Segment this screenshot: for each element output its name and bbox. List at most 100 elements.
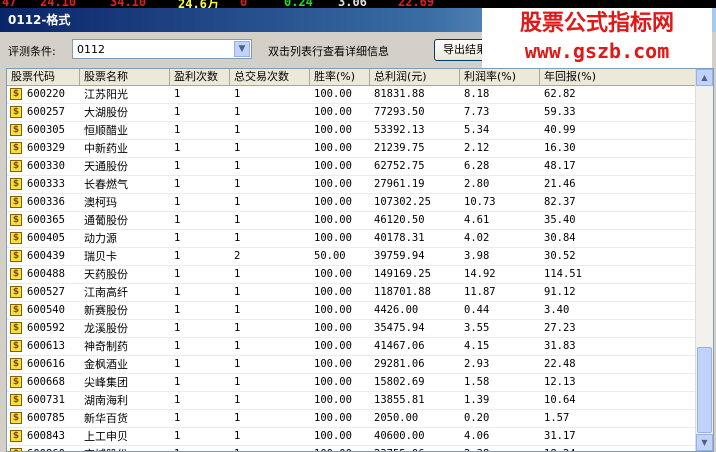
cell-total-profit: 4426.00 — [374, 304, 419, 316]
cell-win-rate: 100.00 — [314, 88, 352, 100]
cell-win-count: 1 — [174, 250, 181, 262]
table-row[interactable]: $600592 龙溪股份 1 1 100.00 35475.94 3.55 27.23 — [7, 320, 697, 338]
cell-total-profit: 62752.75 — [374, 160, 425, 172]
cell-win-count: 1 — [174, 160, 181, 172]
table-row[interactable]: $600220 江苏阳光 1 1 100.00 81831.88 8.18 62.82 — [7, 86, 697, 104]
cell-annual-return: 10.64 — [544, 394, 576, 406]
cell-win-rate: 100.00 — [314, 304, 352, 316]
col-header-profit-rate[interactable]: 利润率(%) — [460, 69, 540, 85]
cell-stock-name: 湖南海利 — [84, 394, 128, 407]
table-row[interactable]: $600333 长春燃气 1 1 100.00 27961.19 2.80 21.46 — [7, 176, 697, 194]
cell-annual-return: 27.23 — [544, 322, 576, 334]
ticker-value: 0 — [240, 0, 248, 8]
cell-stock-code: 600405 — [27, 232, 65, 244]
cell-trade-count: 1 — [234, 196, 241, 208]
cell-stock-name: 江南高纤 — [84, 286, 128, 299]
cell-profit-rate: 14.92 — [464, 268, 496, 280]
col-header-wins[interactable]: 盈利次数 — [170, 69, 230, 85]
cell-win-count: 1 — [174, 340, 181, 352]
table-row[interactable]: $600540 新赛股份 1 1 100.00 4426.00 0.44 3.40 — [7, 302, 697, 320]
cell-trade-count: 1 — [234, 160, 241, 172]
vertical-scrollbar[interactable]: ▲ ▼ — [695, 69, 713, 451]
cell-profit-rate: 7.73 — [464, 106, 490, 118]
cell-win-count: 1 — [174, 124, 181, 136]
cell-win-count: 1 — [170, 446, 230, 451]
cell-annual-return: 3.40 — [544, 304, 570, 316]
cell-profit-rate: 1.58 — [464, 376, 490, 388]
cell-profit-rate: 10.73 — [464, 196, 496, 208]
cell-win-count: 1 — [174, 322, 181, 334]
col-header-annual[interactable]: 年回报(%) — [540, 69, 697, 85]
cell-annual-return: 16.30 — [544, 142, 576, 154]
cell-trade-count: 1 — [234, 232, 241, 244]
cell-annual-return: 21.46 — [544, 178, 576, 190]
cell-stock-code: 600843 — [27, 430, 65, 442]
cell-stock-name: 大湖股份 — [84, 106, 128, 119]
cell-stock-code: 600439 — [27, 250, 65, 262]
cell-win-count: 1 — [174, 88, 181, 100]
results-window: 0112-格式 评测条件: 0112 ▼ 双击列表行查看详细信息 导出结果 股票… — [0, 8, 716, 452]
cell-total-profit: 77293.50 — [374, 106, 425, 118]
cell-annual-return: 91.12 — [544, 286, 576, 298]
table-row[interactable]: $600843 上工申贝 1 1 100.00 40600.00 4.06 31.17 — [7, 428, 697, 446]
cell-profit-rate: 4.02 — [464, 232, 490, 244]
table-row[interactable]: $600488 天药股份 1 1 100.00 149169.25 14.92 114.51 — [7, 266, 697, 284]
cell-win-rate: 100.00 — [314, 142, 352, 154]
col-header-profit[interactable]: 总利润(元) — [370, 69, 460, 85]
table-row[interactable]: $600257 大湖股份 1 1 100.00 77293.50 7.73 59.33 — [7, 104, 697, 122]
cell-profit-rate: 3.98 — [464, 250, 490, 262]
cell-win-rate: 100.00 — [314, 160, 352, 172]
cell-trade-count: 1 — [234, 178, 241, 190]
arrow-up-icon[interactable]: ▲ — [696, 69, 713, 86]
chevron-down-icon[interactable]: ▼ — [234, 41, 250, 57]
col-header-winrate[interactable]: 胜率(%) — [310, 69, 370, 85]
cell-annual-return: 35.40 — [544, 214, 576, 226]
cell-win-count: 1 — [174, 286, 181, 298]
cell-trade-count: 1 — [234, 376, 241, 388]
cell-win-rate: 100.00 — [314, 430, 352, 442]
cell-stock-code: 600333 — [27, 178, 65, 190]
col-header-code[interactable]: 股票代码 — [7, 69, 80, 85]
cell-win-count: 1 — [174, 106, 181, 118]
cell-stock-name: 金枫酒业 — [84, 358, 128, 371]
cell-trade-count: 1 — [234, 394, 241, 406]
cell-win-rate: 100.00 — [314, 124, 352, 136]
table-row[interactable]: $600785 新华百货 1 1 100.00 2050.00 0.20 1.57 — [7, 410, 697, 428]
table-row[interactable]: $600336 澳柯玛 1 1 100.00 107302.25 10.73 82.37 — [7, 194, 697, 212]
table-row[interactable]: $600860京城股份11100.0023755.062.3818.24 — [7, 446, 697, 451]
cell-total-profit: 118701.88 — [374, 286, 431, 298]
col-header-name[interactable]: 股票名称 — [80, 69, 170, 85]
table-row[interactable]: $600405 动力源 1 1 100.00 40178.31 4.02 30.84 — [7, 230, 697, 248]
cell-stock-name: 天药股份 — [84, 268, 128, 281]
table-row[interactable]: $600616 金枫酒业 1 1 100.00 29281.06 2.93 22.48 — [7, 356, 697, 374]
cell-annual-return: 30.84 — [544, 232, 576, 244]
table-row[interactable]: $600668 尖峰集团 1 1 100.00 15802.69 1.58 12.13 — [7, 374, 697, 392]
table-body: $600220 江苏阳光 1 1 100.00 81831.88 8.18 62.82 $600… — [7, 86, 697, 451]
table-row[interactable]: $600527 江南高纤 1 1 100.00 118701.88 11.87 91.12 — [7, 284, 697, 302]
col-header-trades[interactable]: 总交易次数 — [230, 69, 310, 85]
scrollbar-thumb[interactable] — [697, 347, 712, 433]
cell-stock-code: 600731 — [27, 394, 65, 406]
cell-win-rate: 100.00 — [314, 286, 352, 298]
cell-win-rate: 100.00 — [314, 268, 352, 280]
cell-win-rate: 100.00 — [314, 106, 352, 118]
cell-annual-return: 62.82 — [544, 88, 576, 100]
cell-annual-return: 18.24 — [540, 446, 697, 451]
cell-trade-count: 1 — [234, 430, 241, 442]
table-row[interactable]: $600439 瑞贝卡 1 2 50.00 39759.94 3.98 30.52 — [7, 248, 697, 266]
cell-total-profit: 81831.88 — [374, 88, 425, 100]
table-row[interactable]: $600329 中新药业 1 1 100.00 21239.75 2.12 16.30 — [7, 140, 697, 158]
table-row[interactable]: $600330 天通股份 1 1 100.00 62752.75 6.28 48.17 — [7, 158, 697, 176]
cell-total-profit: 15802.69 — [374, 376, 425, 388]
cell-win-rate: 100.00 — [314, 412, 352, 424]
cell-total-profit: 13855.81 — [374, 394, 425, 406]
table-row[interactable]: $600365 通葡股份 1 1 100.00 46120.50 4.61 35.40 — [7, 212, 697, 230]
condition-select[interactable]: 0112 ▼ — [72, 39, 252, 59]
table-row[interactable]: $600305 恒顺醋业 1 1 100.00 53392.13 5.34 40.99 — [7, 122, 697, 140]
cell-win-rate: 100.00 — [314, 196, 352, 208]
table-row[interactable]: $600731 湖南海利 1 1 100.00 13855.81 1.39 10.64 — [7, 392, 697, 410]
ticker-value: 24.6万 — [178, 0, 219, 8]
arrow-down-icon[interactable]: ▼ — [696, 434, 713, 451]
table-row[interactable]: $600613 神奇制药 1 1 100.00 41467.06 4.15 31.83 — [7, 338, 697, 356]
cell-profit-rate: 6.28 — [464, 160, 490, 172]
